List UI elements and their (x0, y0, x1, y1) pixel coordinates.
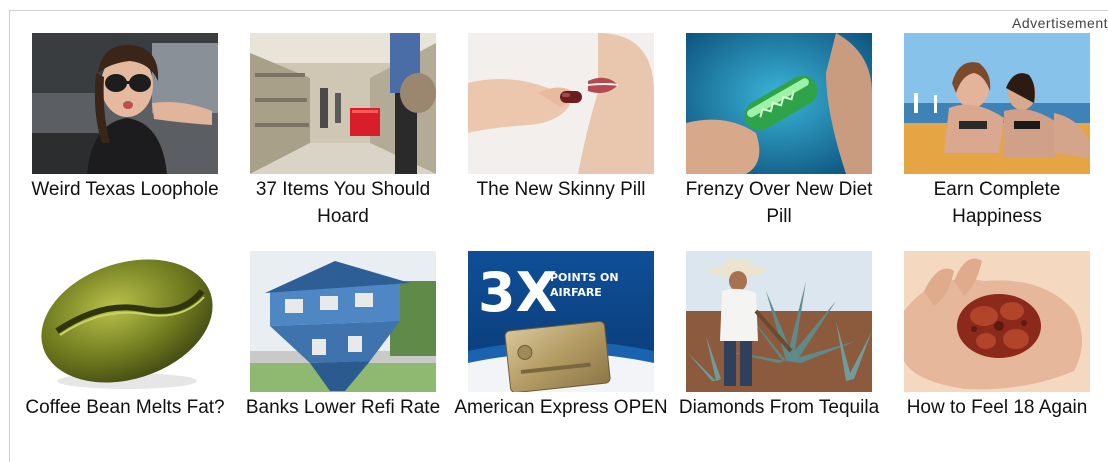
ad-tile-banks-refi-rate[interactable]: Banks Lower Refi Rate (234, 251, 452, 421)
upside-down-house-image (250, 251, 436, 392)
ad-caption[interactable]: Diamonds From Tequila (670, 394, 888, 421)
ad-caption[interactable]: Frenzy Over New Diet Pill (670, 176, 888, 230)
green-coffee-bean-image (32, 251, 218, 392)
ad-tile-new-skinny-pill[interactable]: The New Skinny Pill (452, 33, 670, 203)
ad-thumbnail[interactable] (686, 251, 872, 392)
amex-airfare-text: AIRFARE (550, 286, 602, 299)
ad-tile-37-items-hoard[interactable]: 37 Items You Should Hoard (234, 33, 452, 230)
herb-in-hand-image (904, 251, 1090, 392)
amex-airfare-image: 3X POINTS ON AIRFARE (468, 251, 654, 392)
ad-tile-diamonds-tequila[interactable]: Diamonds From Tequila (670, 251, 888, 421)
ad-caption[interactable]: Coffee Bean Melts Fat? (16, 394, 234, 421)
ad-tile-weird-texas-loophole[interactable]: Weird Texas Loophole (16, 33, 234, 203)
amex-points-on-text: POINTS ON (550, 271, 619, 284)
ad-thumbnail[interactable] (32, 251, 218, 392)
ad-caption[interactable]: 37 Items You Should Hoard (234, 176, 452, 230)
ad-tile-frenzy-diet-pill[interactable]: Frenzy Over New Diet Pill (670, 33, 888, 230)
agave-farmer-image (686, 251, 872, 392)
ad-thumbnail[interactable] (904, 251, 1090, 392)
ad-caption[interactable]: Weird Texas Loophole (16, 176, 234, 203)
ad-caption[interactable]: How to Feel 18 Again (888, 394, 1106, 421)
ad-thumbnail[interactable] (904, 33, 1090, 174)
pill-mouth-image (468, 33, 654, 174)
boat-women-image (904, 33, 1090, 174)
ad-thumbnail[interactable] (250, 251, 436, 392)
green-capsule-image (686, 33, 872, 174)
ad-caption[interactable]: American Express OPEN (452, 394, 670, 421)
ad-thumbnail[interactable] (686, 33, 872, 174)
supermarket-aisle-image (250, 33, 436, 174)
woman-sunglasses-image (32, 33, 218, 174)
ad-thumbnail[interactable]: 3X POINTS ON AIRFARE (468, 251, 654, 392)
ad-caption[interactable]: Earn Complete Happiness (888, 176, 1106, 230)
amex-3x-text: 3X (478, 261, 557, 324)
ad-caption[interactable]: The New Skinny Pill (452, 176, 670, 203)
advertisement-label: Advertisement (1012, 15, 1108, 31)
ad-thumbnail[interactable] (32, 33, 218, 174)
ad-tile-coffee-bean[interactable]: Coffee Bean Melts Fat? (16, 251, 234, 421)
ad-tile-complete-happiness[interactable]: Earn Complete Happiness (888, 33, 1106, 230)
ad-thumbnail[interactable] (468, 33, 654, 174)
ad-thumbnail[interactable] (250, 33, 436, 174)
ad-tile-feel-18-again[interactable]: How to Feel 18 Again (888, 251, 1106, 421)
ad-caption[interactable]: Banks Lower Refi Rate (234, 394, 452, 421)
ad-tile-american-express-open[interactable]: 3X POINTS ON AIRFARE American Express OP… (452, 251, 670, 421)
